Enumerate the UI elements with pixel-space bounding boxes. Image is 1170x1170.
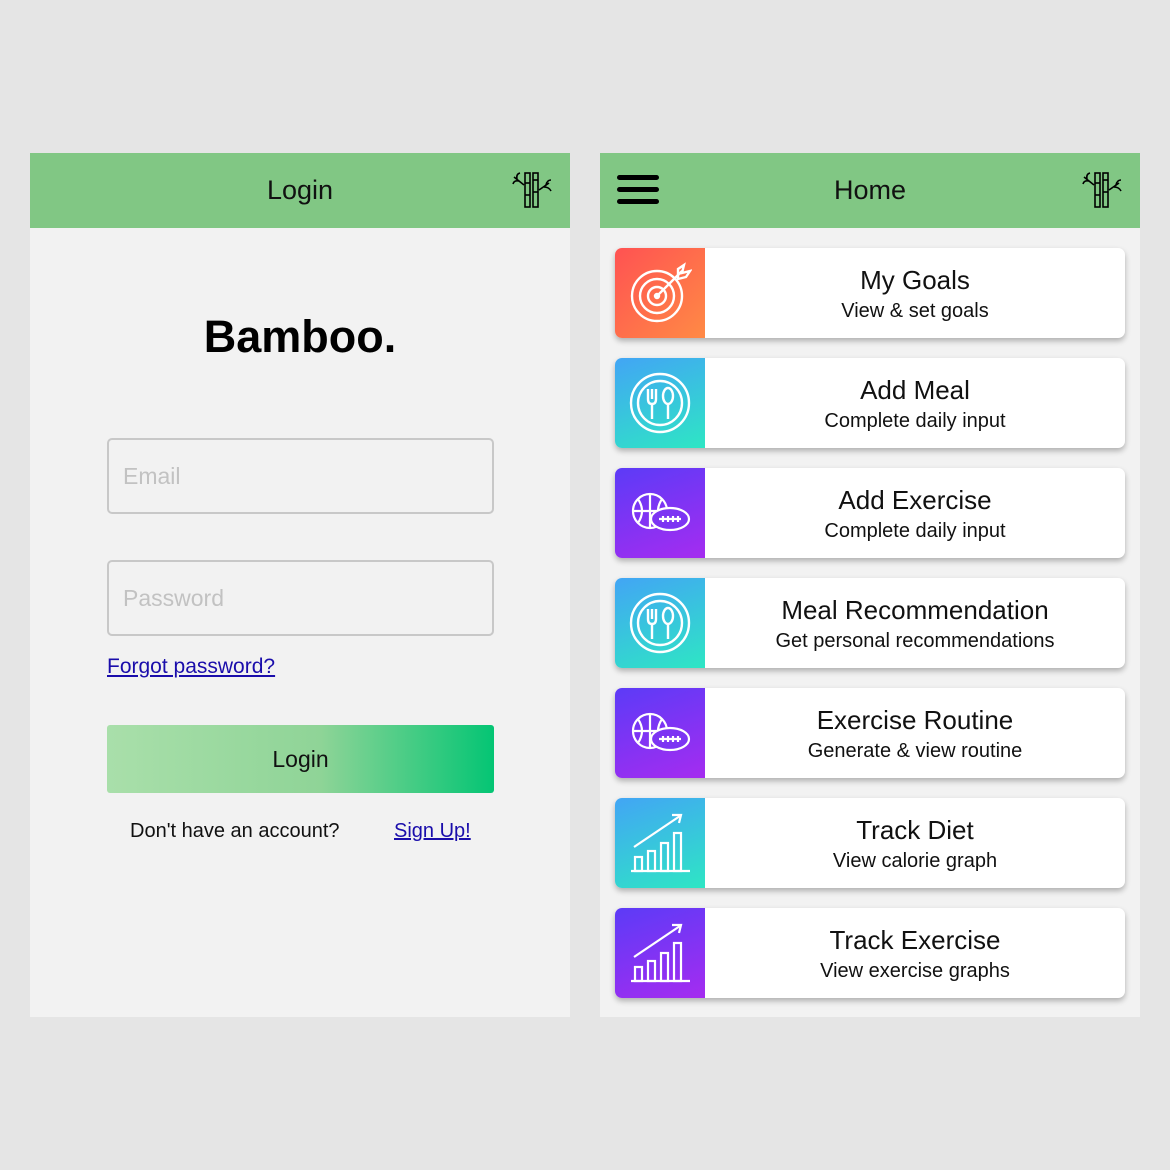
- brand-name: Bamboo.: [203, 311, 397, 362]
- card-title: My Goals: [860, 265, 970, 295]
- home-app-bar: Home: [600, 153, 1140, 228]
- card-subtitle: Generate & view routine: [807, 740, 1023, 762]
- card-subtitle: View calorie graph: [832, 850, 998, 872]
- card-title: Track Diet: [856, 815, 974, 845]
- plate-cutlery-icon: [629, 592, 691, 654]
- growth-chart-icon: [631, 923, 690, 983]
- bamboo-logo-icon: [1082, 172, 1122, 208]
- bamboo-logo-icon: [512, 172, 552, 208]
- my-goals-card[interactable]: My Goals View & set goals: [615, 248, 1125, 338]
- card-subtitle: View & set goals: [841, 300, 989, 322]
- login-button[interactable]: Login: [107, 725, 494, 793]
- plate-cutlery-icon: [629, 372, 691, 434]
- page-title: Home: [833, 175, 907, 205]
- card-title: Track Exercise: [829, 925, 1001, 955]
- forgot-password-link[interactable]: Forgot password?: [107, 655, 275, 679]
- sports-balls-icon: [631, 492, 691, 532]
- card-subtitle: View exercise graphs: [820, 960, 1010, 982]
- login-app-bar: Login: [30, 153, 570, 228]
- email-field[interactable]: [107, 438, 494, 514]
- growth-chart-icon: [631, 813, 690, 873]
- password-field[interactable]: [107, 560, 494, 636]
- signup-prompt: Don't have an account?: [130, 820, 340, 842]
- meal-recommendation-card[interactable]: Meal Recommendation Get personal recomme…: [615, 578, 1125, 668]
- card-subtitle: Complete daily input: [824, 520, 1006, 542]
- card-subtitle: Get personal recommendations: [775, 630, 1055, 652]
- sports-balls-icon: [631, 712, 691, 752]
- page-title: Login: [266, 175, 334, 205]
- card-title: Add Meal: [860, 375, 970, 405]
- signup-link[interactable]: Sign Up!: [394, 820, 471, 843]
- target-icon: [630, 262, 692, 323]
- card-subtitle: Complete daily input: [824, 410, 1006, 432]
- exercise-routine-card[interactable]: Exercise Routine Generate & view routine: [615, 688, 1125, 778]
- card-title: Meal Recommendation: [781, 595, 1049, 625]
- card-title: Exercise Routine: [816, 705, 1014, 735]
- card-title: Add Exercise: [838, 485, 992, 515]
- home-screen: Home My Goals View & set goals Add Meal …: [600, 153, 1140, 1017]
- login-screen: Login Bamboo. Forgot password? Login Don…: [30, 153, 570, 1017]
- track-exercise-card[interactable]: Track Exercise View exercise graphs: [615, 908, 1125, 998]
- add-exercise-card[interactable]: Add Exercise Complete daily input: [615, 468, 1125, 558]
- track-diet-card[interactable]: Track Diet View calorie graph: [615, 798, 1125, 888]
- add-meal-card[interactable]: Add Meal Complete daily input: [615, 358, 1125, 448]
